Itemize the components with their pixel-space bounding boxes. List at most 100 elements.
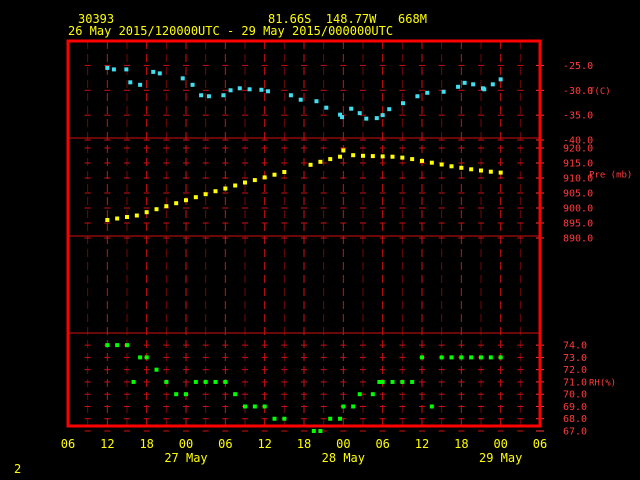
data-point-pressure xyxy=(308,162,313,167)
data-point-pressure xyxy=(410,157,415,162)
data-point-humidity xyxy=(115,343,120,348)
data-point-humidity xyxy=(233,392,238,397)
data-point-temperature xyxy=(340,115,345,120)
data-point-humidity xyxy=(459,355,464,360)
data-point-humidity xyxy=(479,355,483,360)
data-point-pressure xyxy=(184,198,188,203)
data-point-humidity xyxy=(213,379,218,384)
page-number: 2 xyxy=(14,462,22,476)
data-point-temperature xyxy=(180,76,185,81)
data-point-temperature xyxy=(324,105,329,110)
data-point-humidity xyxy=(105,343,110,348)
data-point-humidity xyxy=(243,404,247,409)
data-point-temperature xyxy=(482,87,487,92)
data-point-pressure xyxy=(164,204,169,209)
data-point-humidity xyxy=(252,404,257,409)
data-point-pressure xyxy=(338,154,343,159)
x-tick-label: 00 xyxy=(336,437,350,451)
data-point-pressure xyxy=(262,175,267,180)
data-point-humidity xyxy=(223,379,228,384)
data-point-humidity xyxy=(390,379,395,384)
x-tick-label: 18 xyxy=(454,437,468,451)
data-point-humidity xyxy=(125,343,129,348)
data-point-temperature xyxy=(415,94,420,99)
y-axis-label-temperature: T(C) xyxy=(589,87,611,97)
data-point-humidity xyxy=(410,379,415,384)
data-point-pressure xyxy=(243,180,247,185)
data-point-pressure xyxy=(282,170,287,174)
data-point-pressure xyxy=(272,172,277,177)
meteogram-chart: 30393 81.66S 148.77W 668M 26 May 2015/12… xyxy=(0,0,640,480)
y-tick-label-pressure: 895.0 xyxy=(563,219,593,230)
data-point-humidity xyxy=(400,379,405,384)
data-point-pressure xyxy=(341,148,346,153)
x-day-label: 27 May xyxy=(164,451,207,465)
data-point-pressure xyxy=(429,160,434,165)
y-tick-label-temperature: -35.0 xyxy=(563,111,593,122)
data-point-pressure xyxy=(105,218,110,222)
data-point-temperature xyxy=(259,87,264,92)
data-point-temperature xyxy=(151,69,156,74)
data-point-temperature xyxy=(265,89,270,94)
chart-background xyxy=(0,0,640,480)
data-point-temperature xyxy=(199,93,204,98)
data-point-pressure xyxy=(351,153,356,158)
data-point-humidity xyxy=(193,379,198,384)
data-point-humidity xyxy=(282,416,287,421)
data-point-pressure xyxy=(449,164,454,169)
data-point-pressure xyxy=(361,153,365,158)
y-tick-label-humidity: 68.0 xyxy=(563,414,587,425)
data-point-pressure xyxy=(459,165,464,170)
data-point-temperature xyxy=(349,106,354,111)
data-point-temperature xyxy=(105,65,110,70)
data-point-pressure xyxy=(479,168,483,173)
data-point-temperature xyxy=(456,84,461,89)
data-point-pressure xyxy=(469,167,474,172)
data-point-humidity xyxy=(174,392,179,397)
data-point-pressure xyxy=(115,216,120,221)
data-point-temperature xyxy=(157,71,162,76)
data-point-temperature xyxy=(462,80,467,85)
data-point-temperature xyxy=(288,93,293,98)
data-point-humidity xyxy=(469,355,474,360)
data-point-humidity xyxy=(311,429,316,433)
data-point-humidity xyxy=(164,379,169,384)
y-tick-label-pressure: 905.0 xyxy=(563,189,593,200)
data-point-temperature xyxy=(380,113,385,118)
data-point-humidity xyxy=(328,416,333,421)
data-point-humidity xyxy=(488,355,493,360)
data-point-humidity xyxy=(318,429,323,433)
data-point-temperature xyxy=(400,101,405,106)
x-tick-label: 06 xyxy=(218,437,232,451)
y-tick-label-humidity: 70.0 xyxy=(563,390,587,401)
x-tick-label: 06 xyxy=(375,437,389,451)
data-point-pressure xyxy=(144,210,149,215)
data-point-temperature xyxy=(111,67,116,72)
data-point-pressure xyxy=(223,186,228,191)
data-point-pressure xyxy=(213,189,218,194)
y-tick-label-humidity: 72.0 xyxy=(563,365,587,376)
data-point-pressure xyxy=(318,159,323,164)
data-point-temperature xyxy=(206,94,211,99)
data-point-temperature xyxy=(357,111,362,116)
data-point-pressure xyxy=(400,155,405,160)
x-tick-label: 00 xyxy=(493,437,507,451)
data-point-pressure xyxy=(488,169,493,174)
data-point-temperature xyxy=(128,80,133,85)
data-point-pressure xyxy=(203,192,208,197)
x-tick-label: 18 xyxy=(139,437,153,451)
x-tick-label: 06 xyxy=(61,437,75,451)
data-point-humidity xyxy=(203,379,208,384)
data-point-pressure xyxy=(370,154,375,159)
data-point-humidity xyxy=(131,379,136,384)
x-tick-label: 06 xyxy=(533,437,547,451)
y-tick-label-pressure: 920.0 xyxy=(563,144,593,155)
data-point-pressure xyxy=(233,183,238,188)
data-point-humidity xyxy=(338,416,343,421)
data-point-temperature xyxy=(124,67,129,72)
data-point-humidity xyxy=(498,355,503,360)
data-point-humidity xyxy=(184,392,188,397)
y-tick-label-humidity: 69.0 xyxy=(563,402,587,413)
data-point-temperature xyxy=(228,88,233,93)
y-tick-label-pressure: 900.0 xyxy=(563,204,593,215)
